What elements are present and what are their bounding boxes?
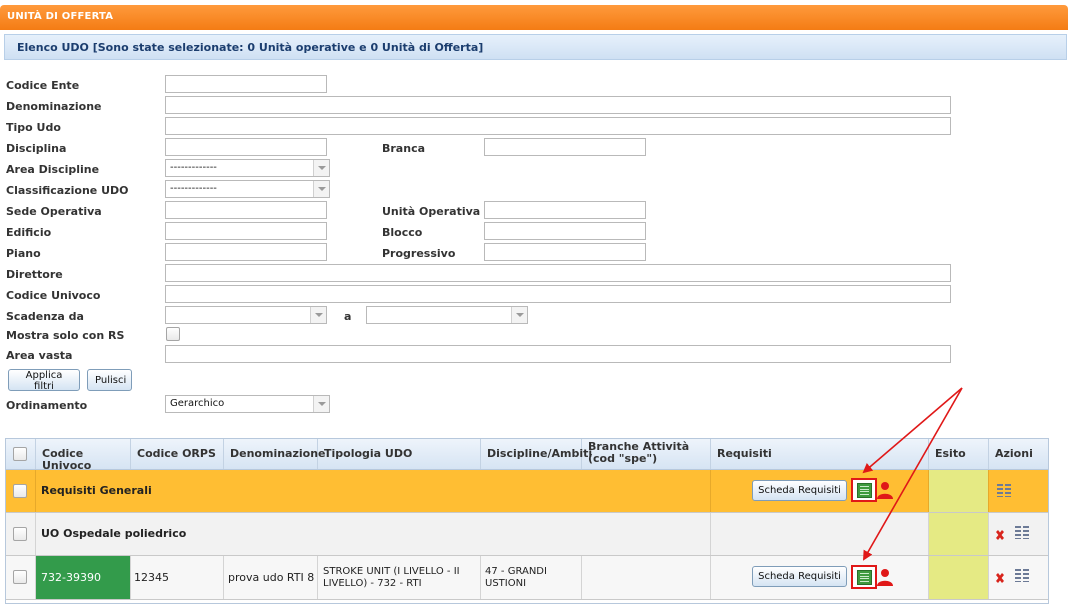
annotation-arrow-1 bbox=[862, 387, 963, 474]
annotation-arrow-2 bbox=[863, 387, 963, 561]
annotation-arrows bbox=[862, 387, 963, 561]
